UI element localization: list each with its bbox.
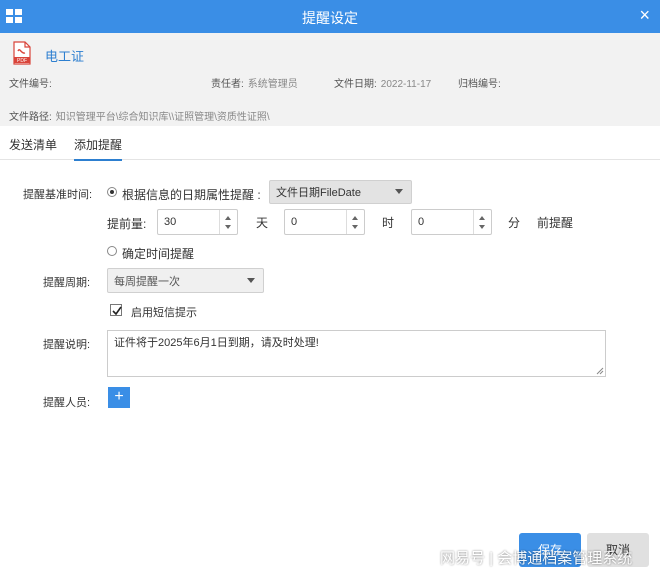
description-text: 证件将于2025年6月1日到期，请及时处理!: [114, 337, 319, 349]
svg-text:PDF: PDF: [17, 58, 27, 64]
file-name[interactable]: 电工证: [45, 46, 84, 65]
file-path: 文件路径: 知识管理平台\综合知识库\\证照管理\资质性证照\: [9, 108, 270, 123]
sms-checkbox[interactable]: [110, 304, 122, 316]
minutes-increment-icon[interactable]: [479, 216, 485, 220]
radio-fixed-time-label: 确定时间提醒: [122, 247, 195, 261]
title-bar: 提醒设定 ×: [0, 0, 660, 33]
days-stepper[interactable]: 30: [157, 209, 238, 235]
days-increment-icon[interactable]: [225, 216, 231, 220]
archive-number: 归档编号:: [458, 75, 505, 90]
file-owner: 责任者: 系统管理员: [211, 75, 298, 90]
sms-label: 启用短信提示: [131, 307, 197, 319]
advance-suffix: 前提醒: [537, 216, 574, 230]
radio-date-attribute[interactable]: [107, 187, 117, 197]
description-label: 提醒说明:: [43, 339, 91, 351]
advance-label: 提前量:: [107, 217, 147, 231]
date-attribute-select-value: 文件日期FileDate: [276, 187, 361, 199]
minutes-unit: 分: [508, 216, 521, 230]
close-icon[interactable]: ×: [639, 6, 650, 24]
radio-date-attribute-label: 根据信息的日期属性提醒 :: [122, 188, 261, 202]
tab-add-reminder[interactable]: 添加提醒: [74, 136, 123, 161]
checkmark-icon: [112, 306, 122, 316]
pdf-file-icon: PDF: [13, 41, 31, 65]
days-decrement-icon[interactable]: [225, 225, 231, 229]
chevron-down-icon: [395, 189, 403, 194]
minutes-decrement-icon[interactable]: [479, 225, 485, 229]
tab-send-list[interactable]: 发送清单: [9, 136, 57, 159]
archive-number-label: 归档编号:: [458, 79, 501, 90]
resize-handle-icon[interactable]: [596, 367, 604, 375]
file-info-panel: PDF 电工证 文件编号: 责任者: 系统管理员 文件日期: 2022-11-17 …: [0, 33, 660, 126]
chevron-down-icon: [247, 277, 255, 283]
file-date: 文件日期: 2022-11-17: [334, 75, 431, 90]
people-label: 提醒人员:: [43, 397, 91, 409]
minutes-stepper[interactable]: 0: [411, 209, 492, 235]
days-unit: 天: [256, 216, 269, 230]
tab-bar: 发送清单 添加提醒: [0, 126, 660, 161]
hours-decrement-icon[interactable]: [352, 225, 358, 229]
watermark: 网易号 | 会博通档案管理系统: [440, 550, 633, 567]
base-time-label: 提醒基准时间:: [23, 189, 93, 201]
window-title: 提醒设定: [302, 10, 358, 26]
file-number: 文件编号:: [9, 75, 56, 90]
cycle-select[interactable]: 每周提醒一次: [107, 268, 264, 293]
cycle-select-value: 每周提醒一次: [114, 275, 180, 288]
file-path-label: 文件路径:: [9, 112, 52, 123]
hours-unit: 时: [382, 216, 395, 230]
radio-fixed-time[interactable]: [107, 246, 117, 256]
file-path-value: 知识管理平台\综合知识库\\证照管理\资质性证照\: [55, 112, 270, 123]
cycle-label: 提醒周期:: [43, 277, 91, 289]
days-value: 30: [164, 216, 177, 228]
hours-increment-icon[interactable]: [352, 216, 358, 220]
file-number-label: 文件编号:: [9, 79, 52, 90]
date-attribute-select[interactable]: 文件日期FileDate: [269, 180, 412, 204]
file-owner-value: 系统管理员: [247, 79, 298, 90]
minutes-value: 0: [418, 216, 425, 228]
hours-value: 0: [291, 216, 298, 228]
file-date-value: 2022-11-17: [380, 79, 432, 90]
hours-stepper[interactable]: 0: [284, 209, 365, 235]
description-textarea[interactable]: 证件将于2025年6月1日到期，请及时处理!: [107, 330, 606, 377]
file-date-label: 文件日期:: [334, 79, 377, 90]
add-person-button[interactable]: +: [108, 387, 130, 408]
file-owner-label: 责任者:: [211, 79, 244, 90]
